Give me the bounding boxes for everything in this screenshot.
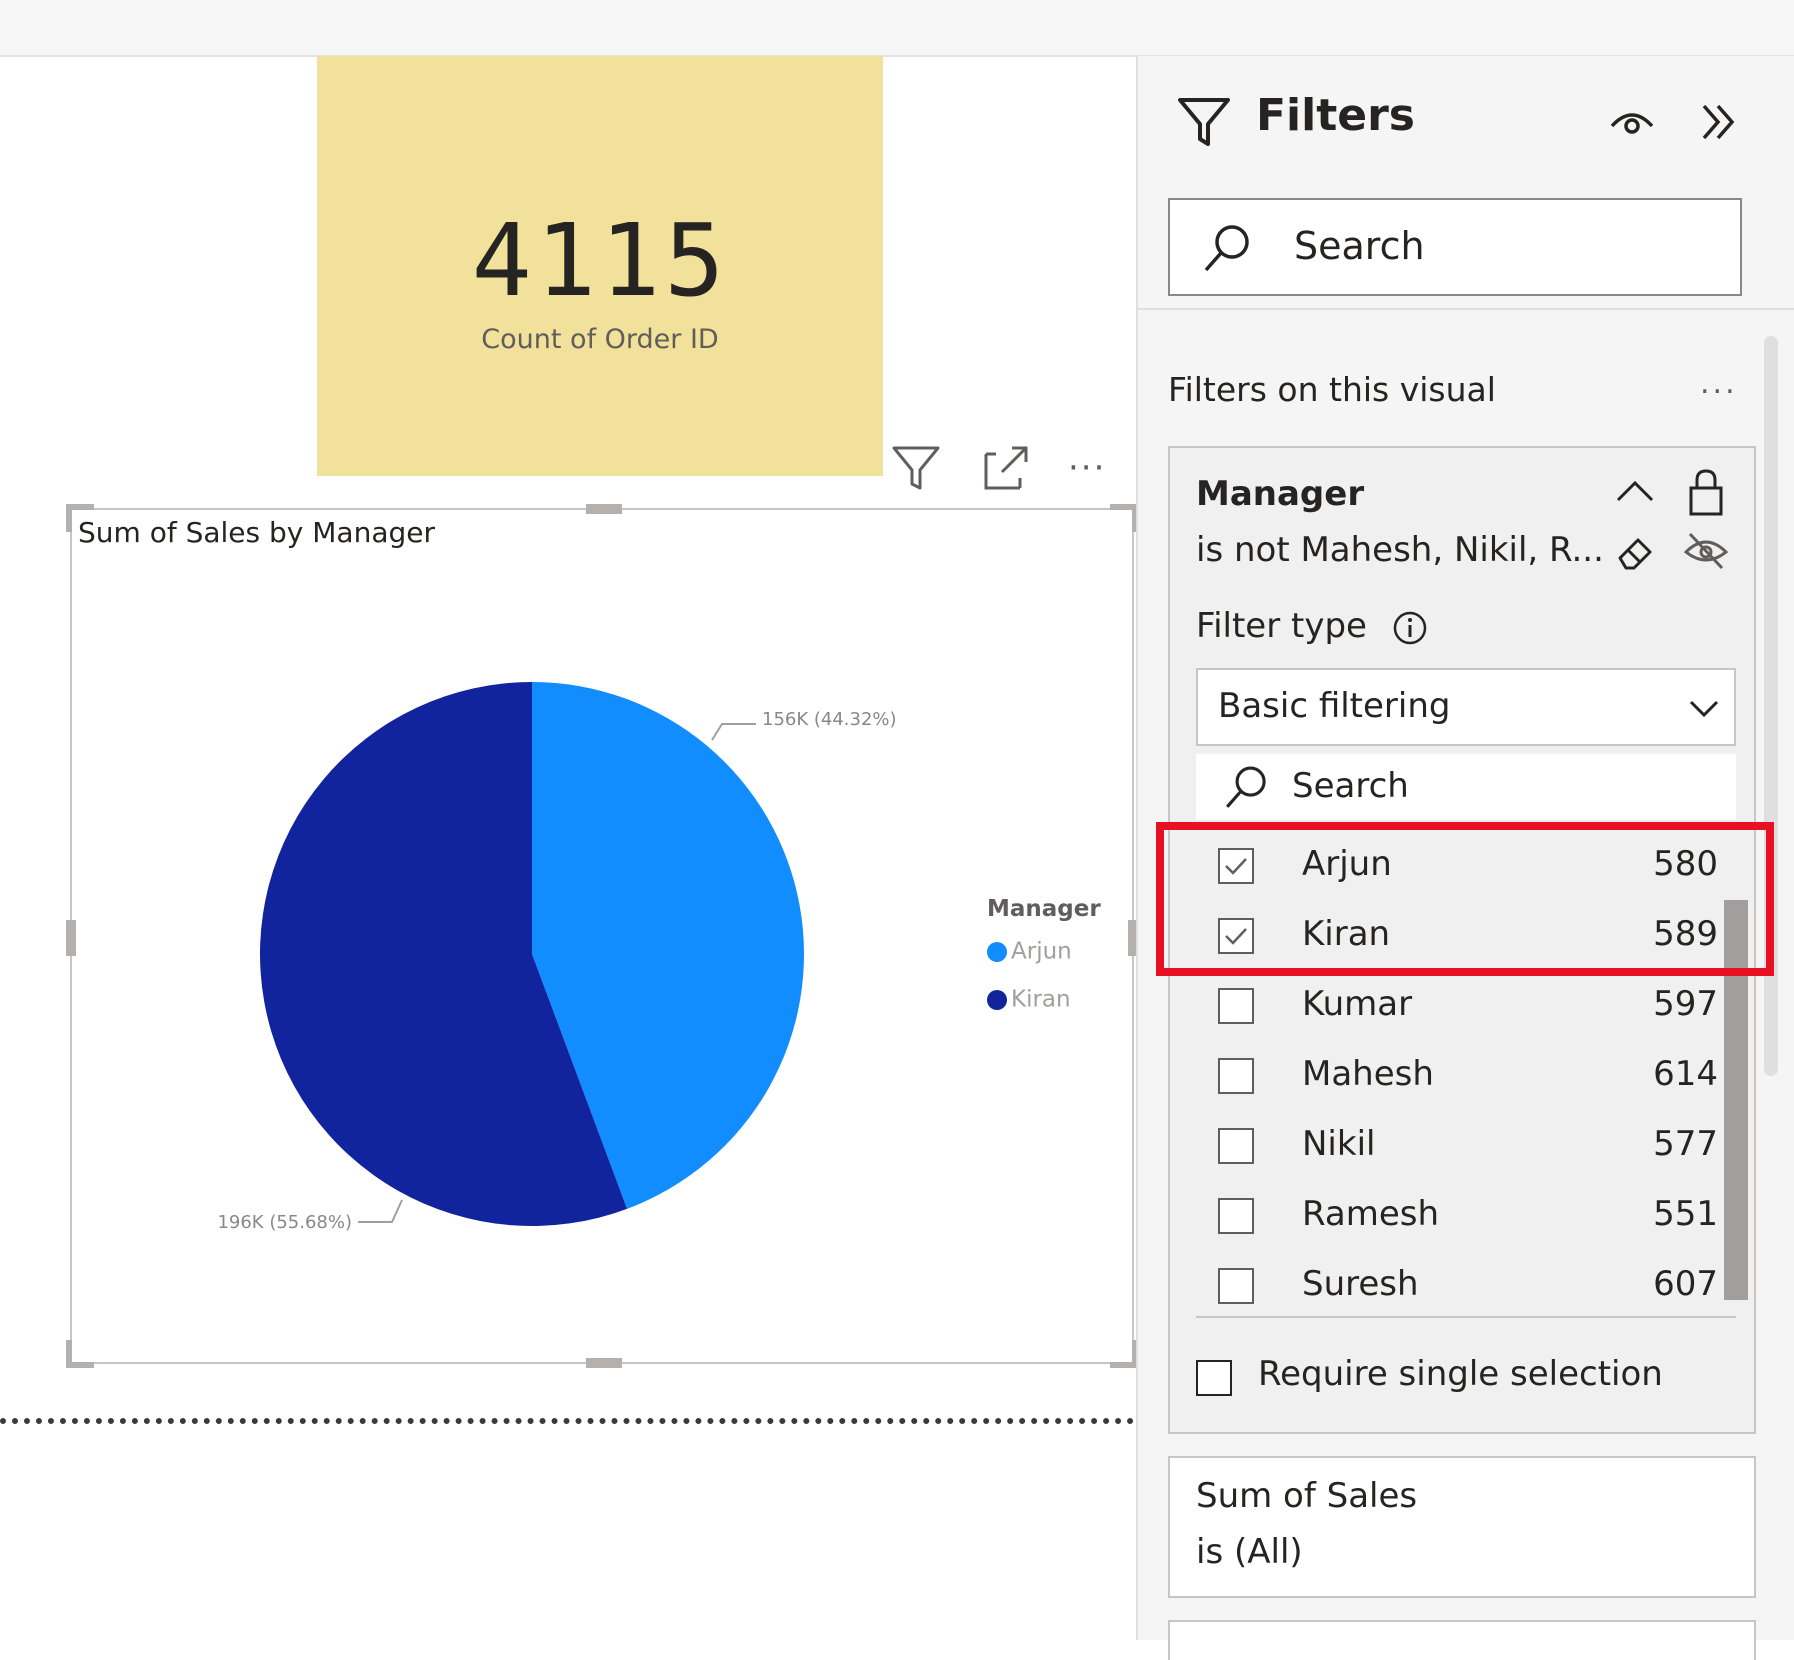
collapse-pane-icon[interactable] bbox=[1694, 96, 1746, 152]
sales-filter-card[interactable]: Sum of Sales is (All) bbox=[1168, 1456, 1756, 1598]
eye-icon[interactable] bbox=[1606, 96, 1658, 152]
search-icon bbox=[1198, 218, 1258, 282]
filter-value-name: Ramesh bbox=[1302, 1194, 1440, 1234]
section-more-icon[interactable]: ... bbox=[1700, 366, 1738, 401]
filter-value-row[interactable]: Ramesh 551 bbox=[1218, 1182, 1718, 1252]
legend-label: Arjun bbox=[1011, 938, 1072, 965]
filter-value-row[interactable]: Kumar 597 bbox=[1218, 972, 1718, 1042]
more-options-icon[interactable]: ··· bbox=[1068, 448, 1106, 488]
data-label-leader bbox=[358, 1199, 403, 1223]
filter-card-description: is (All) bbox=[1196, 1532, 1303, 1572]
filters-on-visual-label: Filters on this visual bbox=[1168, 370, 1496, 409]
require-single-selection-label: Require single selection bbox=[1258, 1354, 1663, 1394]
filter-value-count: 577 bbox=[1653, 1124, 1718, 1164]
filter-value-count: 551 bbox=[1653, 1194, 1718, 1234]
legend-label: Kiran bbox=[1011, 986, 1071, 1013]
filter-value-count: 607 bbox=[1653, 1264, 1718, 1304]
selection-highlight-box bbox=[1156, 822, 1774, 976]
data-label: 196K (55.68%) bbox=[217, 1212, 352, 1233]
page-boundary-divider bbox=[0, 1418, 1134, 1424]
top-bar bbox=[0, 0, 1794, 57]
filter-icon[interactable] bbox=[888, 440, 944, 496]
legend-item[interactable]: Kiran bbox=[987, 986, 1071, 1013]
filters-title: Filters bbox=[1256, 90, 1415, 141]
filter-card[interactable] bbox=[1168, 1620, 1756, 1660]
count-card[interactable]: 4115 Count of Order ID bbox=[317, 56, 883, 476]
focus-mode-icon[interactable] bbox=[978, 440, 1034, 496]
legend-marker bbox=[987, 989, 1007, 1010]
filter-value-name: Nikil bbox=[1302, 1124, 1376, 1164]
funnel-icon bbox=[1174, 92, 1234, 156]
card-value: 4115 bbox=[471, 202, 729, 319]
filter-card-title: Sum of Sales bbox=[1196, 1476, 1418, 1516]
filter-value-checkbox[interactable] bbox=[1218, 1268, 1254, 1304]
filter-value-checkbox[interactable] bbox=[1218, 988, 1254, 1024]
card-label: Count of Order ID bbox=[481, 324, 719, 355]
filter-value-name: Mahesh bbox=[1302, 1054, 1434, 1094]
data-label: 156K (44.32%) bbox=[762, 709, 897, 730]
pie-chart-visual[interactable]: Sum of Sales by Manager 156K (44.32%) 196… bbox=[66, 504, 1138, 1368]
filter-value-checkbox[interactable] bbox=[1218, 1198, 1254, 1234]
pie-chart: 156K (44.32%) 196K (55.68%) bbox=[217, 682, 897, 1233]
search-placeholder: Search bbox=[1294, 224, 1425, 268]
filter-value-count: 597 bbox=[1653, 984, 1718, 1024]
filter-value-checkbox[interactable] bbox=[1218, 1128, 1254, 1164]
legend-marker bbox=[987, 941, 1007, 962]
require-single-selection-checkbox[interactable] bbox=[1196, 1360, 1232, 1396]
legend-item[interactable]: Arjun bbox=[987, 938, 1072, 965]
filter-value-checkbox[interactable] bbox=[1218, 1058, 1254, 1094]
data-label-leader bbox=[711, 723, 756, 741]
legend-title: Manager bbox=[987, 896, 1101, 922]
filter-value-row[interactable]: Suresh 607 bbox=[1218, 1252, 1718, 1322]
filter-value-name: Suresh bbox=[1302, 1264, 1419, 1304]
filters-search-input[interactable]: Search bbox=[1168, 198, 1742, 296]
filter-value-name: Kumar bbox=[1302, 984, 1413, 1024]
divider bbox=[1196, 1316, 1736, 1318]
filter-value-row[interactable]: Nikil 577 bbox=[1218, 1112, 1718, 1182]
divider bbox=[1138, 308, 1794, 310]
filter-value-count: 614 bbox=[1653, 1054, 1718, 1094]
filter-value-row[interactable]: Mahesh 614 bbox=[1218, 1042, 1718, 1112]
